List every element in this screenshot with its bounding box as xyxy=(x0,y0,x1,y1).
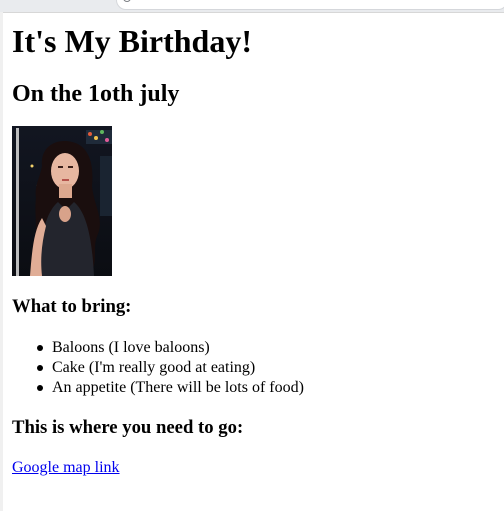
bring-list: Baloons (I love baloons) Cake (I'm reall… xyxy=(32,338,304,398)
location-heading: This is where you need to go: xyxy=(12,417,244,438)
google-map-link[interactable]: Google map link xyxy=(12,458,120,478)
page-subtitle: On the 1oth july xyxy=(12,81,180,107)
list-item: An appetite (There will be lots of food) xyxy=(32,378,304,398)
birthday-photo xyxy=(12,126,112,276)
bring-heading: What to bring: xyxy=(12,296,132,317)
list-item: Baloons (I love baloons) xyxy=(32,338,304,358)
list-item: Cake (I'm really good at eating) xyxy=(32,358,304,378)
site-info-icon[interactable] xyxy=(123,0,131,2)
page-viewport: It's My Birthday! On the 1oth july What … xyxy=(3,12,504,511)
page-title: It's My Birthday! xyxy=(12,23,252,59)
browser-top-bar xyxy=(0,0,504,12)
address-bar[interactable] xyxy=(116,0,504,10)
birthday-photo-image xyxy=(12,126,112,276)
